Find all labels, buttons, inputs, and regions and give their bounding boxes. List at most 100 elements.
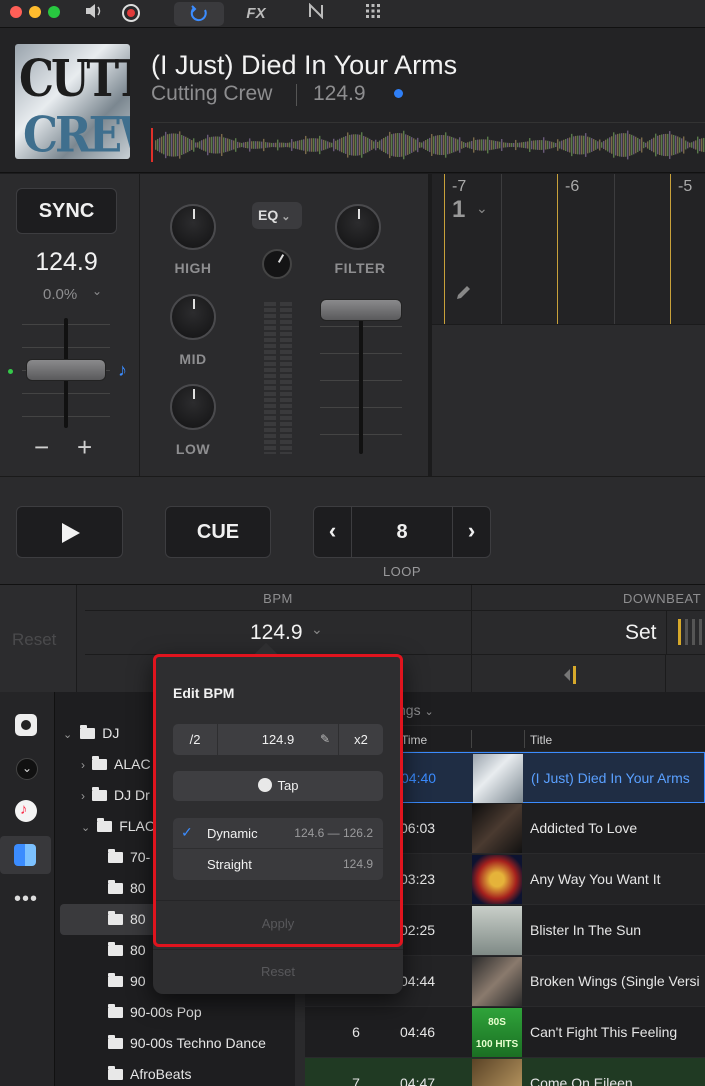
folder-icon — [108, 849, 123, 863]
tree-item[interactable]: AfroBeats — [108, 1059, 191, 1086]
tree-item-label: 90-00s Pop — [130, 1004, 202, 1020]
sync-button[interactable]: SYNC — [16, 188, 117, 234]
chevron-down-icon[interactable]: ⌄ — [92, 284, 102, 298]
chevron-down-icon[interactable]: ⌄ — [476, 200, 488, 217]
folder-icon — [97, 818, 113, 832]
play-button[interactable] — [16, 506, 123, 558]
double-bpm-button[interactable]: x2 — [339, 724, 383, 755]
high-label: HIGH — [174, 260, 212, 276]
set-downbeat-button[interactable]: Set — [625, 621, 657, 645]
bpm-value: 124.9 — [250, 621, 303, 644]
tree-item[interactable]: › ALAC — [81, 749, 151, 780]
waveform-overview[interactable] — [151, 122, 705, 166]
key-lock-icon[interactable]: ♪ — [118, 360, 127, 381]
tempo-value: 124.9 — [35, 248, 98, 276]
gain-knob[interactable] — [262, 249, 292, 279]
finder-source[interactable] — [0, 836, 51, 874]
tree-item-label: DJ Dr — [114, 787, 150, 803]
tree-item[interactable]: 90-00s Pop — [108, 997, 202, 1028]
tab-fx[interactable]: FX — [242, 3, 270, 25]
tree-root[interactable]: ⌄ DJ — [63, 718, 119, 749]
track-artist: Cutting Crew — [151, 82, 273, 105]
track-time: 03:23 — [400, 871, 436, 887]
filter-label: FILTER — [334, 260, 386, 276]
pencil-icon[interactable] — [454, 282, 474, 307]
tree-item-label: FLAC — [119, 818, 156, 834]
record-icon[interactable] — [117, 3, 145, 25]
beatgrid-view[interactable]: -7 -6 -5 1 ⌄ — [432, 174, 705, 324]
mode-straight-label: Straight — [207, 857, 252, 872]
deck-panel: SYNC 124.9 0.0% ⌄ ♪ − + HIGH MID LOW EQ … — [0, 174, 705, 476]
bpm-input-value: 124.9 — [261, 732, 295, 747]
tree-item[interactable]: 80 — [108, 935, 146, 966]
cue-button[interactable]: CUE — [165, 506, 271, 558]
table-row[interactable]: 6 04:46 80S 100 HITS Can't Fight This Feeli… — [305, 1007, 705, 1058]
col-time-header[interactable]: Time — [401, 733, 427, 747]
volume-fader[interactable] — [320, 296, 402, 456]
tree-item-label: 70- — [130, 849, 151, 865]
mode-dynamic[interactable]: ✓ Dynamic 124.6 — 126.2 — [173, 818, 383, 849]
beat-marker: -7 — [452, 178, 467, 195]
apply-button[interactable]: Apply — [153, 916, 403, 931]
mode-dynamic-label: Dynamic — [207, 826, 258, 841]
cover-text-top: CUTTING — [19, 50, 130, 109]
speaker-icon[interactable] — [80, 3, 108, 25]
loop-value[interactable]: 8 — [352, 507, 452, 557]
downbeat-field: Set — [472, 611, 705, 655]
halve-bpm-button[interactable]: /2 — [173, 724, 217, 755]
mode-straight[interactable]: Straight 124.9 — [173, 849, 383, 880]
bpm-input[interactable]: 124.9 ✎ — [218, 724, 338, 755]
tree-item[interactable]: 90-00s Techno Dance — [108, 1028, 266, 1059]
pitch-fader-handle[interactable] — [26, 359, 106, 381]
col-title-header[interactable]: Title — [530, 733, 552, 747]
pitch-fader[interactable] — [22, 318, 110, 432]
tree-item[interactable]: 90 — [108, 966, 146, 997]
low-label: LOW — [175, 441, 211, 457]
bpm-field[interactable]: 124.9 ⌄ — [85, 611, 471, 655]
zoom-window-button[interactable] — [48, 6, 60, 18]
low-knob[interactable] — [170, 384, 216, 430]
reset-bpm-button[interactable]: Reset — [153, 964, 403, 979]
grid-icon[interactable] — [359, 3, 387, 25]
table-row[interactable]: 7 04:47 Come On Eileen — [305, 1058, 705, 1086]
music-icon[interactable]: ♪ — [15, 800, 37, 822]
tree-item[interactable]: ⌄ FLAC — [81, 811, 155, 842]
mid-knob[interactable] — [170, 294, 216, 340]
tree-item-label: AfroBeats — [130, 1066, 192, 1082]
separator — [296, 84, 297, 106]
eq-button[interactable]: EQ ⌄ — [252, 202, 302, 229]
source-sidebar: ⌄ ♪ ••• — [0, 692, 55, 1086]
chevron-down-icon[interactable]: ⌄ — [16, 758, 38, 780]
pitch-minus-button[interactable]: − — [34, 432, 49, 463]
pitch-plus-button[interactable]: + — [77, 432, 92, 463]
tree-item[interactable]: › DJ Dr — [81, 780, 150, 811]
pitch-value[interactable]: 0.0% — [43, 286, 77, 303]
tap-button[interactable]: Tap — [173, 771, 383, 801]
tab-neural-mix[interactable] — [302, 2, 330, 25]
high-knob[interactable] — [170, 204, 216, 250]
reset-button[interactable]: Reset — [12, 630, 56, 650]
album-thumbnail: 80S 100 HITS — [472, 1008, 522, 1057]
volume-fader-handle[interactable] — [320, 299, 402, 321]
nudge-left-icon[interactable] — [560, 663, 580, 692]
loop-control: ‹ 8 › — [313, 506, 491, 558]
close-window-button[interactable] — [10, 6, 22, 18]
album-thumbnail — [472, 1059, 522, 1086]
library-icon[interactable] — [15, 714, 37, 736]
level-meter-right — [280, 302, 292, 456]
tree-item-selected[interactable]: 80 — [108, 904, 146, 935]
track-time: 04:44 — [400, 973, 436, 989]
beat-number: 1 — [452, 196, 466, 223]
more-icon[interactable]: ••• — [14, 888, 38, 911]
sort-dropdown[interactable]: ngs ⌄ — [398, 702, 434, 718]
filter-knob[interactable] — [335, 204, 381, 250]
tree-item[interactable]: 70- — [108, 842, 150, 873]
minimize-window-button[interactable] — [29, 6, 41, 18]
loop-increase-button[interactable]: › — [452, 507, 490, 557]
pencil-icon: ✎ — [319, 732, 330, 746]
cover-text-bottom: CREW — [23, 107, 130, 159]
tab-automix[interactable] — [174, 2, 224, 26]
tree-item[interactable]: 80 — [108, 873, 146, 904]
loop-decrease-button[interactable]: ‹ — [314, 507, 352, 557]
folder-icon — [80, 725, 96, 739]
